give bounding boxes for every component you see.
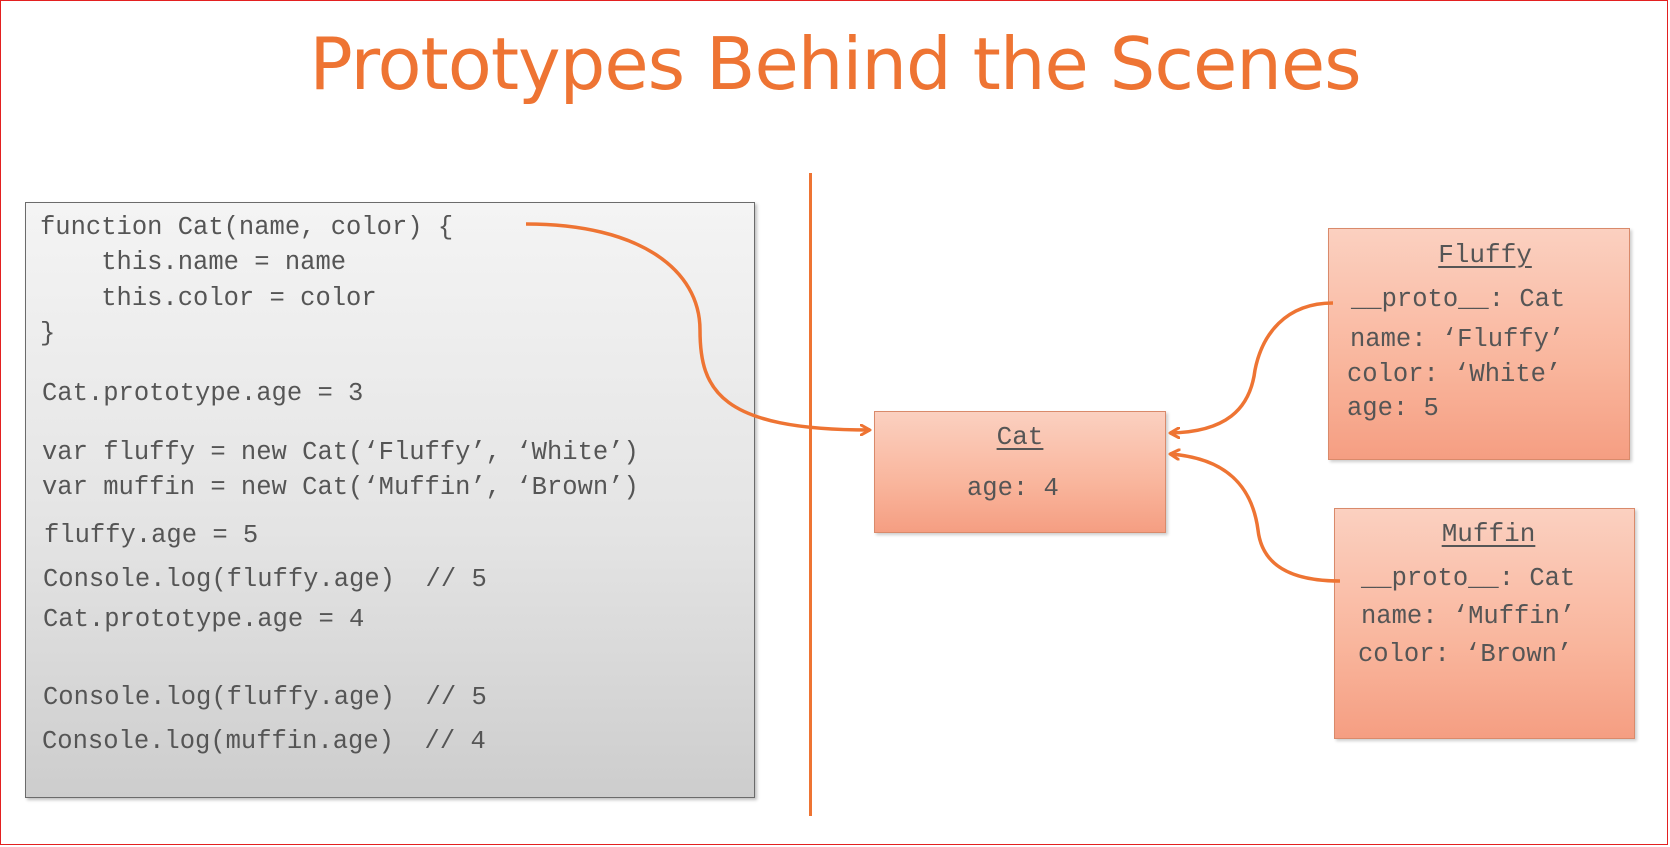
muffin-object-box: Muffin __proto__: Cat name: ‘Muffin’ col… <box>1334 508 1635 739</box>
code-line: this.name = name <box>40 248 347 277</box>
muffin-prop-color: color: ‘Brown’ <box>1358 640 1573 669</box>
code-panel: function Cat(name, color) { this.name = … <box>25 202 755 798</box>
code-line: } <box>40 319 56 348</box>
muffin-prop-name: name: ‘Muffin’ <box>1361 602 1576 631</box>
fluffy-prop-color: color: ‘White’ <box>1347 360 1562 389</box>
code-line: this.color = color <box>40 284 377 313</box>
fluffy-prop-name: name: ‘Fluffy’ <box>1350 325 1565 354</box>
code-line: Cat.prototype.age = 4 <box>43 605 365 634</box>
arrow-muffin-proto-to-cat <box>1170 454 1341 583</box>
cat-prop-age: age: 4 <box>967 474 1059 503</box>
code-line: fluffy.age = 5 <box>44 521 259 550</box>
code-line: var fluffy = new Cat(‘Fluffy’, ‘White’) <box>42 438 639 467</box>
fluffy-box-title: Fluffy <box>1438 240 1532 270</box>
code-line: Console.log(fluffy.age) // 5 <box>43 683 487 712</box>
code-line: Console.log(muffin.age) // 4 <box>42 727 486 756</box>
code-line: Console.log(fluffy.age) // 5 <box>43 565 487 594</box>
muffin-prop-proto: __proto__: Cat <box>1361 564 1576 593</box>
fluffy-prop-age: age: 5 <box>1347 394 1439 423</box>
cat-box-title: Cat <box>996 422 1044 452</box>
slide-title: Prototypes Behind the Scenes <box>309 22 1361 106</box>
fluffy-object-box: Fluffy __proto__: Cat name: ‘Fluffy’ col… <box>1328 228 1630 460</box>
arrow-fluffy-proto-to-cat <box>1170 301 1334 433</box>
divider-line <box>809 173 812 816</box>
cat-prototype-box: Cat age: 4 <box>874 411 1166 533</box>
code-line-function-declaration: function Cat(name, color) { <box>40 213 454 242</box>
code-line: Cat.prototype.age = 3 <box>42 379 364 408</box>
fluffy-prop-proto: __proto__: Cat <box>1351 285 1566 314</box>
code-line: var muffin = new Cat(‘Muffin’, ‘Brown’) <box>42 473 639 502</box>
muffin-box-title: Muffin <box>1441 519 1536 549</box>
